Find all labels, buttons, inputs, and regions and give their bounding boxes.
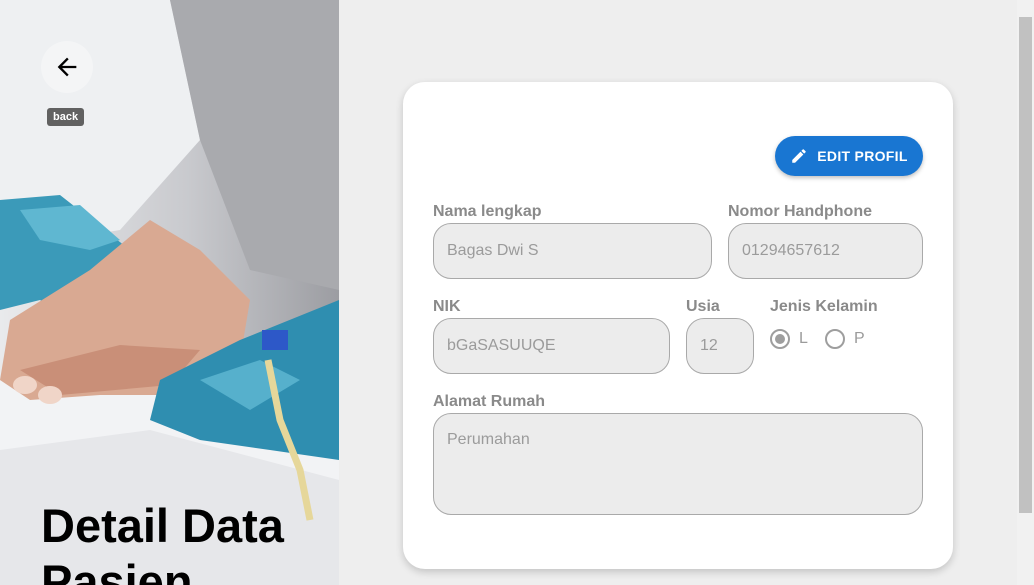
name-label: Nama lengkap	[433, 203, 542, 220]
arrow-left-icon	[57, 57, 77, 77]
gender-option-p[interactable]: P	[825, 329, 865, 349]
pencil-icon	[792, 149, 807, 163]
patient-detail-card: EDIT PROFIL Nama lengkap Nomor Handphone…	[403, 82, 953, 569]
nik-field[interactable]	[433, 318, 670, 374]
back-tooltip: back	[47, 108, 85, 126]
page-title: Detail Data Pasien	[41, 499, 284, 585]
hero-image-panel: back Detail Data Pasien	[0, 0, 339, 585]
age-label: Usia	[686, 298, 720, 315]
name-field[interactable]	[433, 223, 712, 279]
back-button[interactable]	[41, 41, 93, 93]
page-scrollbar[interactable]	[1017, 0, 1034, 585]
radio-selected-dot	[775, 334, 785, 344]
edit-profile-label: EDIT PROFIL	[817, 148, 908, 164]
gender-label-l: L	[799, 330, 808, 347]
address-label: Alamat Rumah	[433, 393, 546, 410]
address-field[interactable]: Perumahan	[433, 413, 923, 515]
edit-profile-button[interactable]: EDIT PROFIL	[775, 136, 923, 176]
gender-label: Jenis Kelamin	[770, 298, 878, 315]
age-field[interactable]	[686, 318, 754, 374]
nik-label: NIK	[433, 298, 461, 315]
gender-radio-l[interactable]	[770, 329, 790, 349]
gender-label-p: P	[854, 330, 865, 347]
gender-radio-p[interactable]	[825, 329, 845, 349]
scrollbar-thumb[interactable]	[1019, 17, 1032, 513]
gender-option-l[interactable]: L	[770, 329, 808, 349]
phone-label: Nomor Handphone	[728, 203, 872, 220]
phone-field[interactable]	[728, 223, 923, 279]
